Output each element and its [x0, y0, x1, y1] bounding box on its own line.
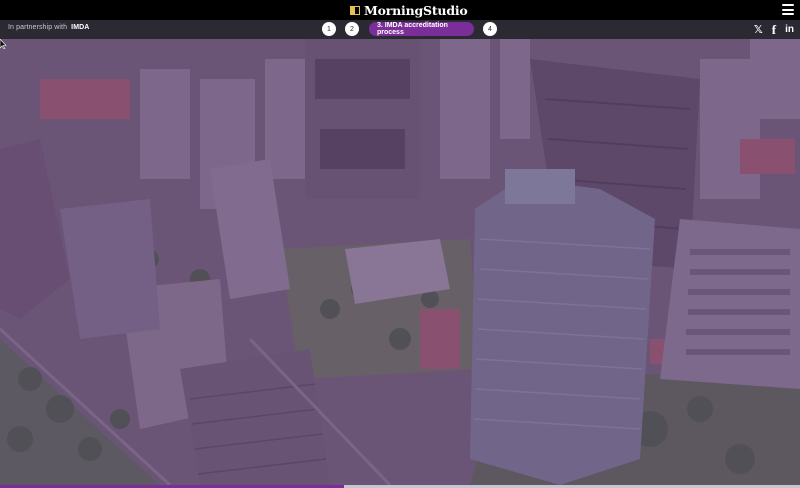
step-2-button[interactable]: 2: [345, 22, 359, 36]
brand-name: MorningStudio: [364, 2, 468, 18]
city-illustration: [0, 39, 800, 485]
x-share-icon[interactable]: 𝕏: [754, 24, 763, 35]
facebook-share-icon[interactable]: f: [772, 23, 776, 36]
step-1-button[interactable]: 1: [322, 22, 336, 36]
brand-logo[interactable]: MorningStudio: [350, 2, 468, 18]
hero-aerial-city-image: [0, 39, 800, 485]
chapter-steps: 1 2 3. IMDA accreditation process 4: [0, 20, 800, 39]
mouse-cursor-icon: [0, 39, 7, 49]
logo-mark-icon: [350, 5, 360, 15]
top-bar: MorningStudio: [0, 0, 800, 20]
story-nav-bar: In partnership with IMDA 1 2 3. IMDA acc…: [0, 20, 800, 39]
linkedin-share-icon[interactable]: in: [785, 24, 794, 35]
social-share: 𝕏 f in: [754, 23, 794, 36]
step-3-button[interactable]: 3. IMDA accreditation process: [369, 22, 474, 36]
hamburger-menu-icon[interactable]: [782, 4, 794, 15]
step-4-button[interactable]: 4: [483, 22, 497, 36]
